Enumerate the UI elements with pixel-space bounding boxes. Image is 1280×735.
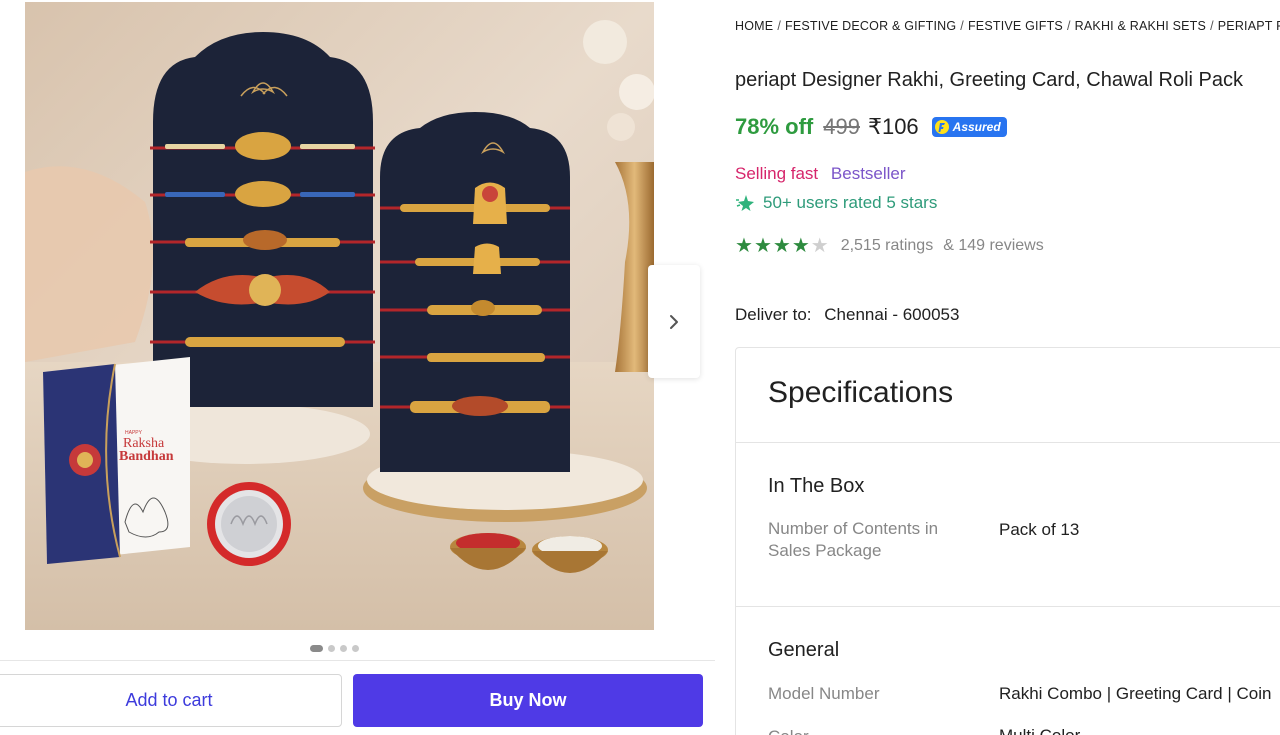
delivery-location[interactable]: Chennai - 600053 bbox=[824, 305, 959, 324]
star-icon: ★ bbox=[772, 235, 791, 257]
rating-row[interactable]: ★ ★ ★ ★ ★ 2,515 ratings & 149 reviews bbox=[735, 236, 1044, 256]
reviews-count[interactable]: & 149 reviews bbox=[943, 237, 1044, 255]
breadcrumb-separator: / bbox=[1066, 19, 1071, 33]
star-rating: ★ ★ ★ ★ ★ bbox=[735, 236, 829, 256]
product-photo: HAPPY Raksha Bandhan bbox=[25, 2, 654, 630]
spec-key: Color bbox=[768, 726, 978, 735]
spec-value: Pack of 13 bbox=[999, 520, 1080, 539]
add-to-cart-button[interactable]: Add to cart bbox=[0, 674, 342, 727]
spec-value: Multi Color bbox=[999, 726, 1080, 735]
product-tags: Selling fast Bestseller bbox=[735, 164, 906, 184]
breadcrumb-festive-gifts[interactable]: FESTIVE GIFTS bbox=[968, 19, 1063, 33]
breadcrumb-home[interactable]: HOME bbox=[735, 19, 773, 33]
breadcrumb-rakhi-sets[interactable]: RAKHI & RAKHI SETS bbox=[1075, 19, 1206, 33]
ratings-count[interactable]: 2,515 ratings bbox=[841, 237, 934, 255]
breadcrumb-separator: / bbox=[1210, 19, 1214, 33]
star-icon: ★ bbox=[735, 235, 753, 257]
divider bbox=[736, 442, 1280, 443]
star-icon: ★ bbox=[753, 235, 772, 257]
assured-label: Assured bbox=[952, 120, 1001, 134]
product-title: periapt Designer Rakhi, Greeting Card, C… bbox=[735, 69, 1244, 91]
price-row: 78% off 499 ₹106 Assured bbox=[735, 114, 1007, 140]
delivery-info[interactable]: Deliver to: Chennai - 600053 bbox=[735, 305, 959, 325]
spec-section-title: In The Box bbox=[768, 475, 865, 497]
star-empty-icon: ★ bbox=[810, 235, 829, 257]
spec-section-title: General bbox=[768, 639, 840, 661]
next-image-button[interactable] bbox=[648, 265, 700, 378]
gallery-dot-2[interactable] bbox=[328, 645, 335, 652]
product-image[interactable]: HAPPY Raksha Bandhan bbox=[25, 2, 654, 630]
selling-fast-tag: Selling fast bbox=[735, 164, 819, 183]
chevron-right-icon bbox=[670, 314, 678, 329]
breadcrumb-separator: / bbox=[777, 19, 781, 33]
users-rated: 50+ users rated 5 stars bbox=[735, 193, 937, 213]
spec-key: Model Number bbox=[768, 684, 880, 703]
divider bbox=[736, 606, 1280, 607]
deliver-to-label: Deliver to: bbox=[735, 305, 812, 324]
breadcrumb-periapt-rakhi[interactable]: PERIAPT RAKHI bbox=[1218, 19, 1280, 33]
gallery-dot-4[interactable] bbox=[352, 645, 359, 652]
breadcrumb-separator: / bbox=[960, 19, 964, 33]
spec-value: Rakhi Combo | Greeting Card | Coin bbox=[999, 684, 1272, 703]
breadcrumb-festive-decor[interactable]: FESTIVE DECOR & GIFTING bbox=[785, 19, 956, 33]
star-icon: ★ bbox=[791, 235, 810, 257]
specifications-card: Specifications In The Box Number of Cont… bbox=[735, 347, 1280, 735]
breadcrumb: HOME / FESTIVE DECOR & GIFTING / FESTIVE GIF… bbox=[735, 19, 1280, 33]
gallery-dot-3[interactable] bbox=[340, 645, 347, 652]
gallery-pagination bbox=[310, 645, 359, 652]
action-bar: Add to cart Buy Now bbox=[0, 660, 715, 735]
spec-key: Number of Contents in Sales Package bbox=[768, 519, 939, 560]
specifications-heading: Specifications bbox=[768, 376, 954, 409]
sparkle-star-icon bbox=[736, 195, 754, 211]
bestseller-tag: Bestseller bbox=[830, 164, 906, 183]
selling-price: ₹106 bbox=[867, 114, 919, 139]
gallery-dot-1[interactable] bbox=[310, 645, 323, 652]
assured-icon bbox=[934, 120, 949, 134]
discount-percent: 78% off bbox=[735, 114, 814, 139]
original-price: 499 bbox=[823, 114, 860, 139]
buy-now-button[interactable]: Buy Now bbox=[353, 674, 703, 727]
card-text-sub: Bandhan bbox=[119, 449, 174, 464]
assured-badge[interactable]: Assured bbox=[931, 117, 1007, 137]
users-rated-text: 50+ users rated 5 stars bbox=[763, 193, 938, 212]
